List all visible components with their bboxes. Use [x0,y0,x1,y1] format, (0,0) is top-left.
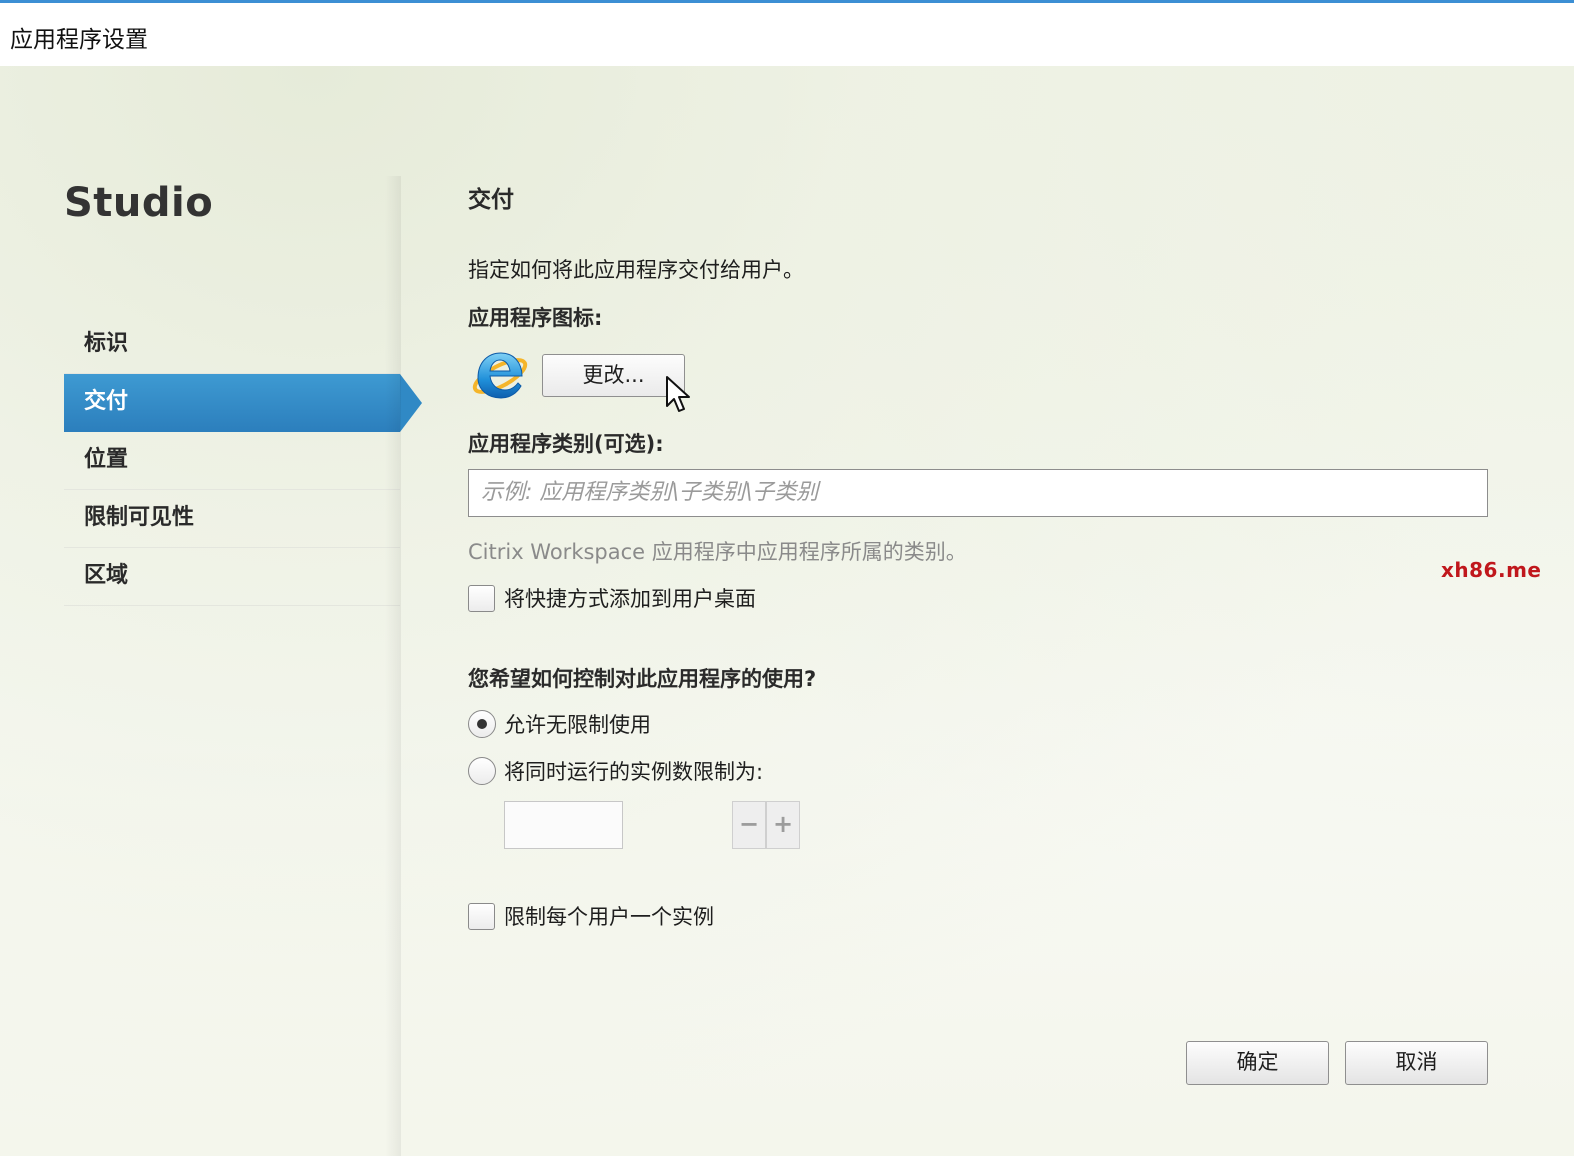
instance-limit-input[interactable] [504,801,623,849]
dialog-content: Studio 标识 交付 位置 限制可见性 区域 交付 指定如何将此应用程序交付… [0,66,1574,1156]
cancel-button[interactable]: 取消 [1345,1041,1488,1085]
unlimited-usage-radio[interactable] [468,710,496,738]
mouse-cursor-icon [666,376,690,412]
app-category-placeholder: 示例: 应用程序类别\子类别\子类别 [481,480,819,505]
one-instance-per-user-label: 限制每个用户一个实例 [504,905,714,929]
app-category-input[interactable]: 示例: 应用程序类别\子类别\子类别 [468,469,1488,517]
nav-item-limit-visibility[interactable]: 限制可见性 [64,490,400,548]
nav-item-zone[interactable]: 区域 [64,548,400,606]
app-category-hint: Citrix Workspace 应用程序中应用程序所属的类别。 [468,540,967,564]
sidebar-divider [385,176,401,1156]
watermark: xh86.me [1441,558,1542,582]
unlimited-usage-label: 允许无限制使用 [504,713,651,737]
decrement-button[interactable]: − [732,801,766,849]
window-title: 应用程序设置 [10,27,148,53]
desktop-shortcut-label: 将快捷方式添加到用户桌面 [504,587,756,611]
section-title: 交付 [468,187,514,213]
nav-item-identity[interactable]: 标识 [64,316,400,374]
ok-button[interactable]: 确定 [1186,1041,1329,1085]
nav-item-location[interactable]: 位置 [64,432,400,490]
sidebar: Studio 标识 交付 位置 限制可见性 区域 [0,66,422,1156]
desktop-shortcut-checkbox[interactable] [468,585,495,612]
nav-item-label: 限制可见性 [84,505,195,530]
app-icon-label: 应用程序图标: [468,306,603,330]
nav-item-delivery[interactable]: 交付 [64,374,422,432]
app-settings-window: 应用程序设置 Studio 标识 交付 位置 限制可见性 区域 交付 指定如何将… [0,0,1574,1156]
main-panel: 交付 指定如何将此应用程序交付给用户。 应用程序图标: 更改... 应用程序类别… [400,66,1574,1156]
nav-item-label: 交付 [84,389,129,414]
one-instance-per-user-checkbox[interactable] [468,903,495,930]
limit-instances-label: 将同时运行的实例数限制为: [504,760,764,784]
wizard-nav: 标识 交付 位置 限制可见性 区域 [64,316,422,606]
increment-button[interactable]: + [766,801,800,849]
title-bar: 应用程序设置 [0,6,1574,66]
studio-brand: Studio [64,180,214,226]
usage-control-question: 您希望如何控制对此应用程序的使用? [468,667,817,691]
limit-instances-radio[interactable] [468,757,496,785]
internet-explorer-icon [472,352,528,399]
nav-item-label: 区域 [84,563,129,588]
section-description: 指定如何将此应用程序交付给用户。 [468,258,804,282]
nav-item-label: 标识 [84,331,129,356]
nav-item-label: 位置 [84,447,129,472]
app-category-label: 应用程序类别(可选): [468,432,664,456]
